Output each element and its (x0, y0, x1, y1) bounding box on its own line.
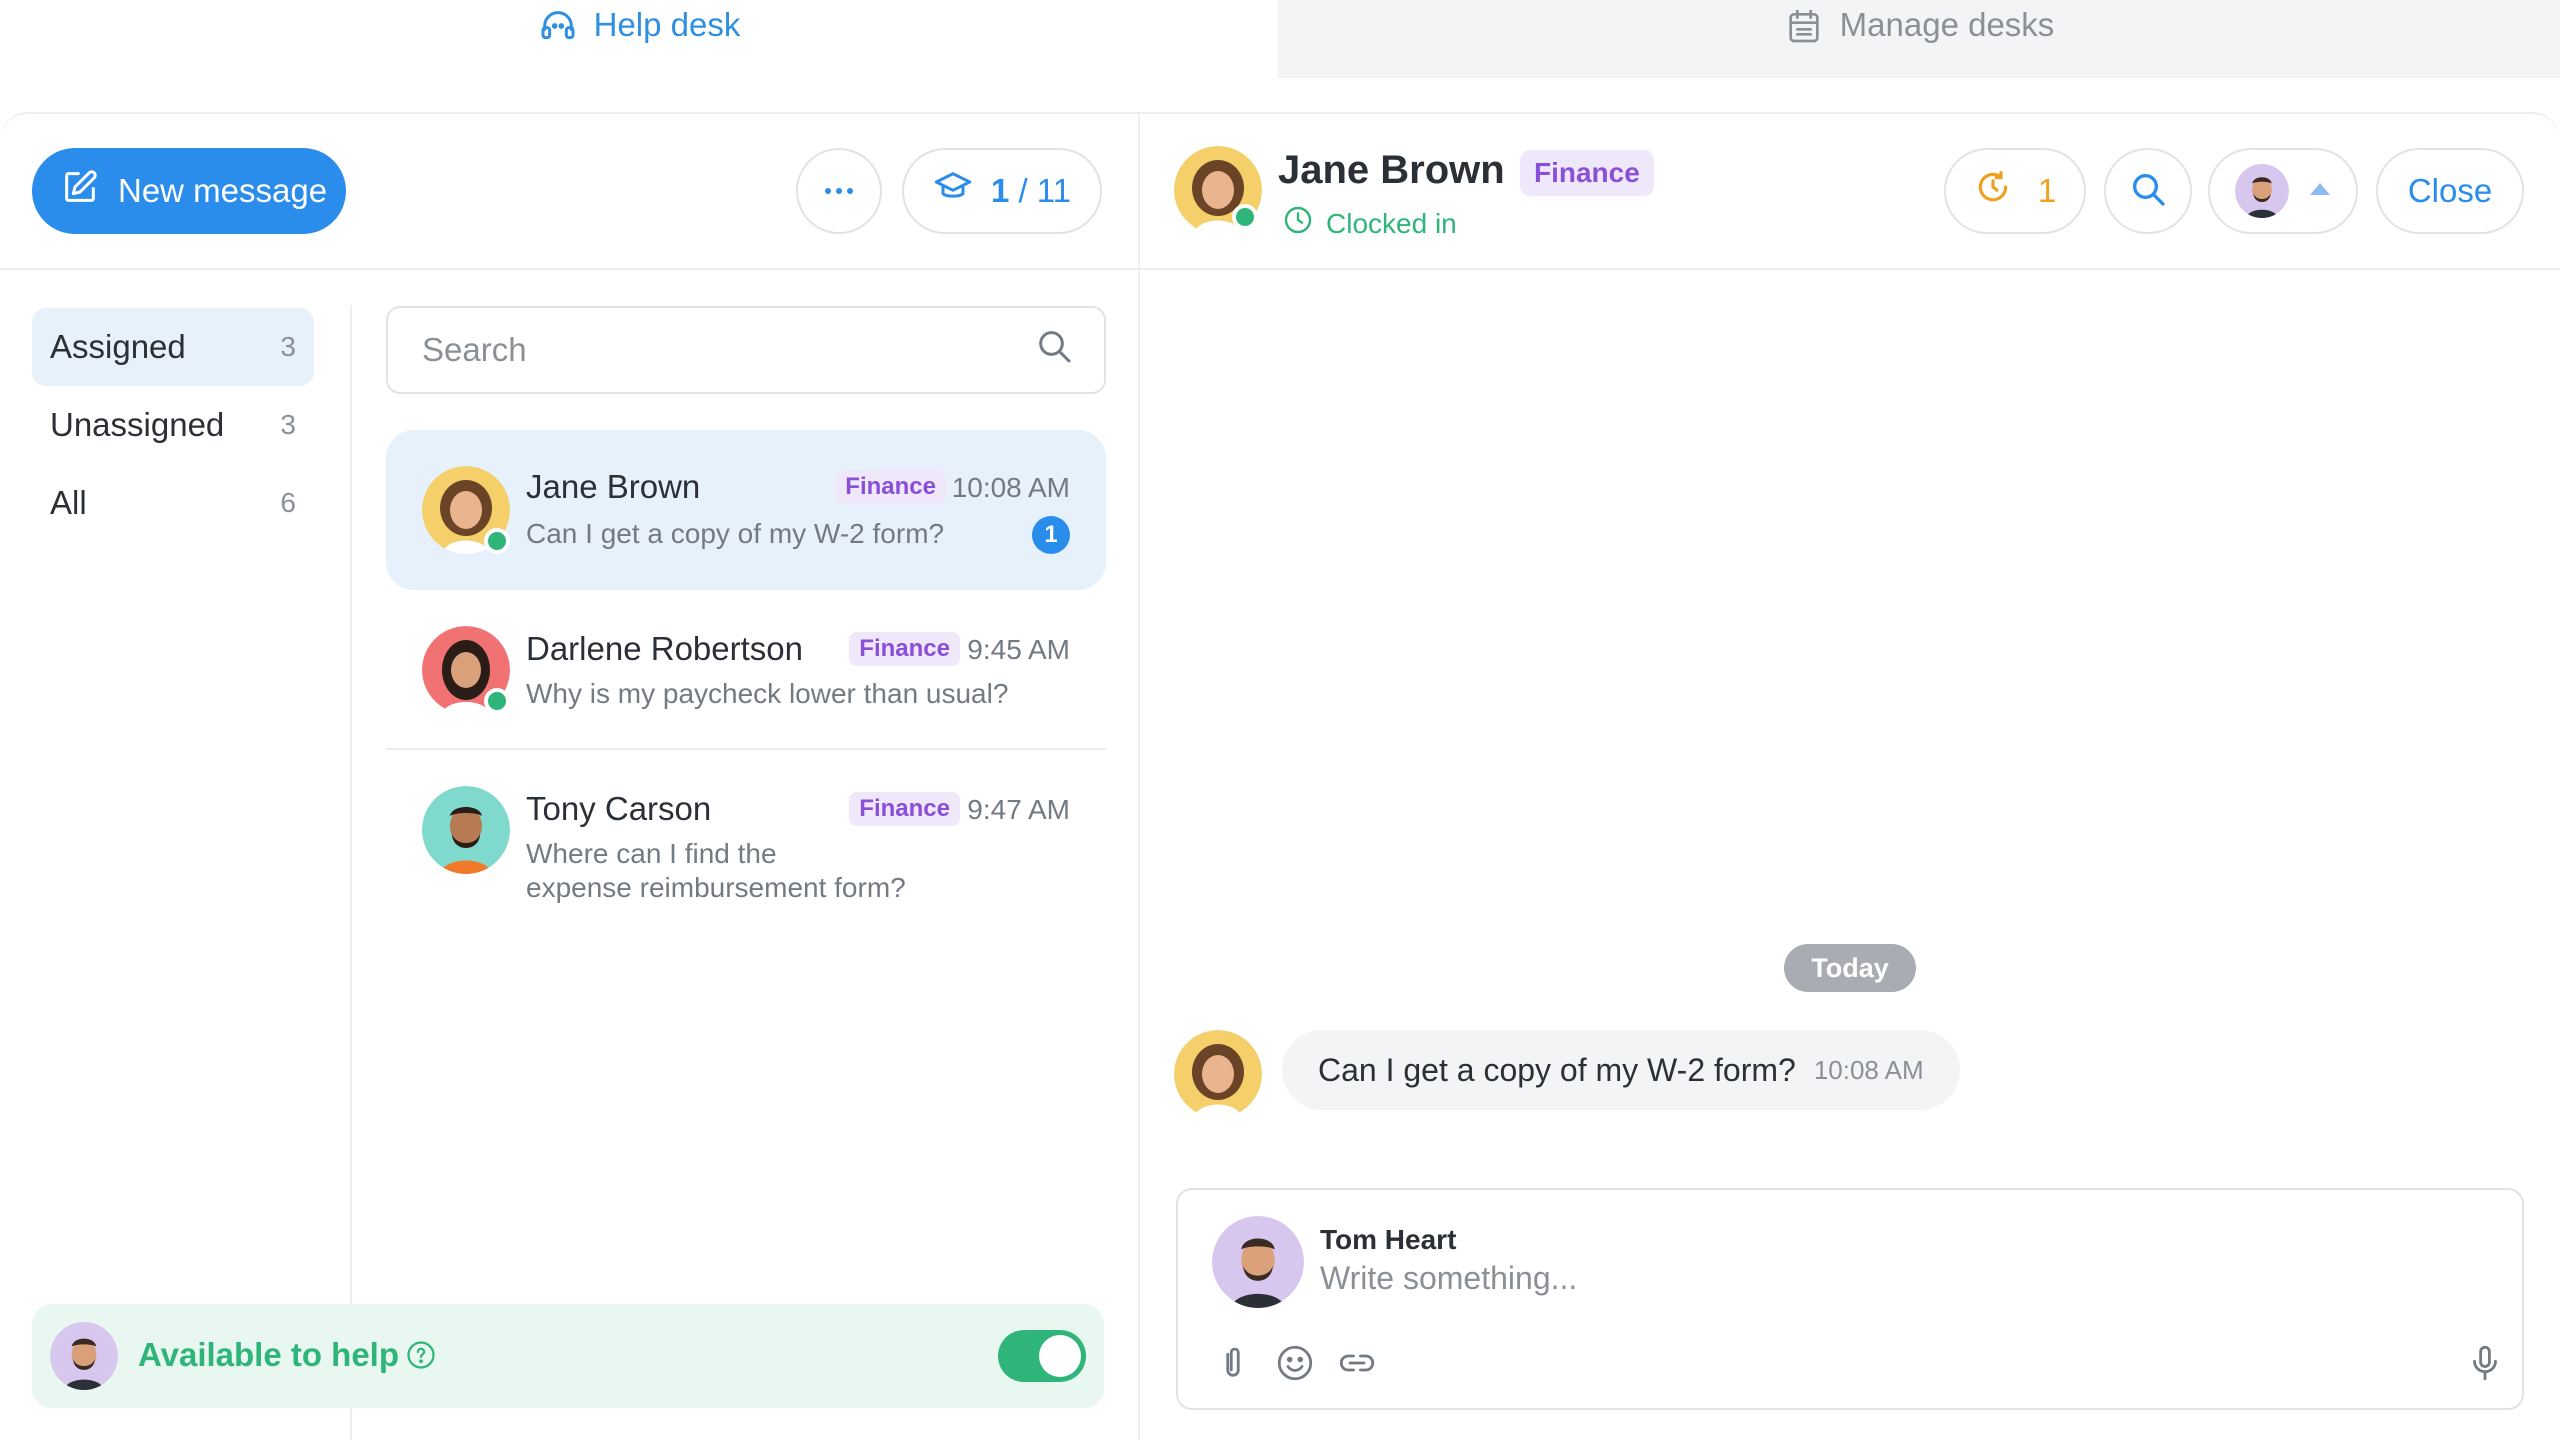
conversation-name: Jane Brown (526, 468, 701, 505)
chat-contact-name: Jane Brown (1278, 148, 1505, 192)
filter-divider (350, 305, 352, 1440)
conversation-time: 9:47 AM (967, 794, 1070, 825)
clock-status: Clocked in (1282, 204, 1457, 243)
avatar (1212, 1216, 1304, 1308)
filter-count: 3 (280, 331, 296, 362)
learning-counter-button[interactable]: 1 / 11 (902, 148, 1102, 234)
filter-count: 3 (280, 409, 296, 440)
more-options-button[interactable] (796, 148, 882, 234)
timer-count: 1 (2037, 172, 2057, 209)
filter-label: Unassigned (50, 406, 225, 443)
unread-badge: 1 (1032, 516, 1070, 554)
conversation-name: Darlene Robertson (526, 630, 803, 667)
chat-search-button[interactable] (2104, 148, 2192, 234)
department-tag: Finance (835, 470, 946, 504)
attachment-icon[interactable] (1212, 1342, 1254, 1384)
conversation-preview-line-1: Where can I find the (526, 838, 777, 869)
avatar (422, 626, 510, 714)
online-indicator (484, 688, 510, 714)
search-icon (2128, 169, 2168, 214)
filter-count: 6 (280, 487, 296, 518)
timer-icon (1974, 168, 2012, 214)
microphone-icon[interactable] (2464, 1342, 2506, 1384)
headset-icon (538, 6, 578, 54)
tab-help-desk[interactable]: Help desk (0, 0, 1278, 78)
calendar-icon (1784, 6, 1824, 54)
department-tag: Finance (849, 792, 960, 826)
conversation-item[interactable]: Jane Brown Finance 10:08 AM Can I get a … (386, 430, 1106, 590)
more-horizontal-icon (824, 182, 854, 200)
tab-manage-desks-label: Manage desks (1839, 6, 2055, 43)
graduation-cap-icon (933, 167, 973, 215)
help-icon[interactable] (406, 1340, 436, 1370)
top-tabs: Help desk Manage desks (0, 0, 2560, 78)
conversation-name: Tony Carson (526, 790, 712, 827)
conversation-time: 9:45 AM (967, 634, 1070, 665)
conversation-item[interactable]: Tony Carson Finance 9:47 AM Where can I … (386, 752, 1106, 922)
filter-assigned[interactable]: Assigned 3 (32, 308, 314, 386)
avatar (422, 786, 510, 874)
tab-help-desk-label: Help desk (593, 6, 741, 43)
assignee-button[interactable] (2208, 148, 2358, 234)
compose-icon (60, 167, 100, 215)
online-indicator (484, 528, 510, 554)
clock-icon (1282, 204, 1314, 243)
close-conversation-button[interactable]: Close (2376, 148, 2524, 234)
availability-bar: Available to help (32, 1304, 1104, 1408)
filter-label: All (50, 484, 87, 521)
message-avatar (1174, 1030, 1262, 1118)
avatar (50, 1322, 118, 1390)
department-tag: Finance (849, 632, 960, 666)
counter-current: 1 (990, 172, 1010, 209)
search-input[interactable]: Search (386, 306, 1106, 394)
availability-label: Available to help (138, 1336, 400, 1373)
filter-unassigned[interactable]: Unassigned 3 (32, 386, 314, 464)
avatar (2235, 164, 2289, 218)
online-indicator (1232, 204, 1258, 230)
pending-timer-button[interactable]: 1 (1944, 148, 2086, 234)
toggle-knob (1039, 1335, 1081, 1377)
message-time: 10:08 AM (1813, 1054, 1924, 1085)
conversation-item[interactable]: Darlene Robertson Finance 9:45 AM Why is… (386, 600, 1106, 748)
availability-toggle[interactable] (998, 1330, 1086, 1382)
conversation-preview: Why is my paycheck lower than usual? (526, 678, 1009, 709)
avatar (422, 466, 510, 554)
emoji-icon[interactable] (1274, 1342, 1316, 1384)
link-icon[interactable] (1336, 1342, 1378, 1384)
chat-department-tag: Finance (1520, 150, 1654, 196)
message-input[interactable]: Write something... (1320, 1260, 1577, 1297)
caret-up-icon (2309, 182, 2331, 201)
date-separator-label: Today (1811, 952, 1889, 983)
filter-label: Assigned (50, 328, 186, 365)
composer-author: Tom Heart (1320, 1224, 1457, 1255)
conversation-time: 10:08 AM (951, 472, 1070, 503)
list-separator (386, 748, 1106, 750)
filter-all[interactable]: All 6 (32, 464, 314, 542)
message-bubble: Can I get a copy of my W-2 form? 10:08 A… (1282, 1030, 1960, 1110)
chat-divider (1138, 112, 1140, 1440)
close-label: Close (2407, 172, 2493, 209)
search-icon (1034, 326, 1074, 374)
tab-manage-desks[interactable]: Manage desks (1278, 0, 2560, 78)
message-text: Can I get a copy of my W-2 form? (1318, 1051, 1796, 1088)
header-divider (0, 268, 2560, 270)
conversation-preview-line-2: expense reimbursement form? (526, 872, 906, 903)
chat-avatar (1174, 146, 1262, 234)
date-separator: Today (1784, 944, 1916, 992)
new-message-label: New message (118, 172, 328, 209)
search-placeholder: Search (422, 331, 527, 368)
counter-total: / 11 (1018, 172, 1072, 209)
new-message-button[interactable]: New message (32, 148, 346, 234)
message-composer[interactable]: Tom Heart Write something... (1176, 1188, 2524, 1410)
conversation-preview: Can I get a copy of my W-2 form? (526, 518, 945, 549)
clock-status-label: Clocked in (1326, 207, 1457, 239)
